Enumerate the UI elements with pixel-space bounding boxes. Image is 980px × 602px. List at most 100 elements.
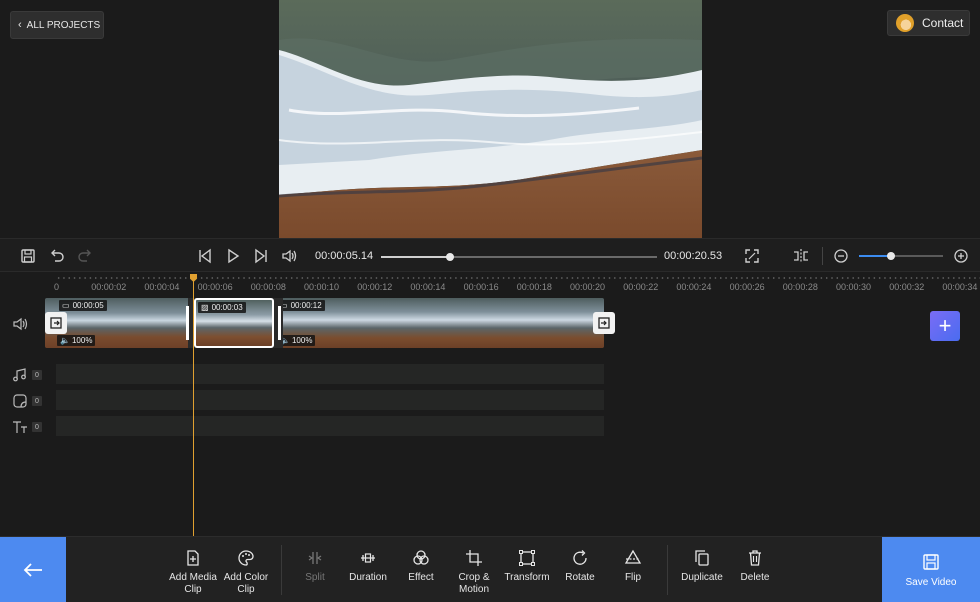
rotate-icon: [573, 550, 587, 565]
add-color-clip-button[interactable]: Add Color Clip: [218, 549, 274, 596]
seek-knob[interactable]: [446, 253, 454, 261]
add-media-clip-button[interactable]: Add Media Clip: [165, 549, 221, 596]
text-icon: [12, 419, 30, 435]
audio-track-lane[interactable]: [56, 364, 604, 384]
zoom-out-icon[interactable]: [832, 247, 850, 265]
all-projects-button[interactable]: ‹ ALL PROJECTS: [10, 11, 104, 39]
flip-button[interactable]: Flip: [605, 549, 661, 584]
clip-3[interactable]: ▭ 00:00:12 🔈 100%: [283, 298, 604, 348]
speaker-icon: 🔈: [283, 336, 290, 345]
sticker-track-lane[interactable]: [56, 390, 604, 410]
clip-2-duration: ▨ 00:00:03: [198, 302, 246, 313]
sticker-track-count: 0: [32, 396, 42, 406]
undo-icon[interactable]: [48, 247, 66, 265]
time-ruler[interactable]: 0 00:00:02 00:00:04 00:00:06 00:00:08 00:00:1…: [0, 272, 980, 296]
trim-start-handle[interactable]: [45, 312, 67, 334]
trim-start-icon: [50, 317, 62, 329]
trim-end-handle[interactable]: [593, 312, 615, 334]
flip-icon: [624, 549, 642, 564]
clip-2-selected[interactable]: ▨ 00:00:03: [194, 298, 274, 348]
redo-icon[interactable]: [76, 247, 94, 265]
ruler-tick-label: 0: [54, 282, 60, 292]
contact-label: Contact: [922, 16, 964, 30]
video-preview[interactable]: [279, 0, 702, 238]
back-button[interactable]: [0, 537, 66, 602]
fullscreen-icon[interactable]: [743, 247, 761, 265]
chevron-left-icon: ‹: [18, 19, 22, 31]
duplicate-button[interactable]: Duplicate: [674, 549, 730, 584]
seek-slider[interactable]: [381, 253, 657, 261]
seek-progress: [381, 256, 450, 258]
current-time: 00:00:05.14: [315, 250, 374, 262]
crop-motion-button[interactable]: Crop & Motion: [446, 549, 502, 596]
playback-bar: 00:00:05.14 00:00:20.53: [0, 238, 980, 272]
snap-icon[interactable]: [792, 247, 810, 265]
delete-button[interactable]: Delete: [727, 549, 783, 584]
arrow-left-icon: [23, 563, 42, 577]
ruler-tick-label: 00:00:22: [623, 282, 659, 292]
save-icon: [923, 553, 939, 570]
ruler-tick-label: 00:00:26: [729, 282, 765, 292]
zoom-slider[interactable]: [859, 252, 943, 260]
ruler-tick-label: 00:00:02: [91, 282, 127, 292]
trash-icon: [749, 550, 761, 566]
palette-icon: [238, 550, 254, 566]
duplicate-icon: [695, 550, 709, 566]
split-icon: [308, 552, 322, 564]
speaker-icon: 🔈: [60, 336, 70, 345]
ruler-tick-label: 00:00:18: [516, 282, 552, 292]
ruler-tick-label: 00:00:12: [357, 282, 393, 292]
duration-icon: [361, 553, 375, 563]
ruler-tick-label: 00:00:30: [836, 282, 872, 292]
ruler-tick-label: 00:00:06: [197, 282, 233, 292]
crop-icon: [466, 550, 482, 566]
toolbar-divider: [667, 545, 668, 595]
ruler-tick-label: 00:00:04: [144, 282, 180, 292]
text-track-lane[interactable]: [56, 416, 604, 436]
save-video-button[interactable]: Save Video: [882, 537, 980, 602]
clip-divider[interactable]: [278, 306, 281, 340]
effect-button[interactable]: Effect: [393, 549, 449, 584]
clip-3-volume: 🔈 100%: [283, 335, 316, 346]
clip-3-duration: ▭ 00:00:12: [283, 300, 325, 311]
divider: [822, 247, 823, 265]
ruler-tick-label: 00:00:10: [304, 282, 340, 292]
clip-1-duration: ▭ 00:00:05: [59, 300, 107, 311]
ruler-tick-label: 00:00:28: [782, 282, 818, 292]
transform-button[interactable]: Transform: [499, 549, 555, 584]
skip-end-icon[interactable]: [252, 247, 270, 265]
text-track-count: 0: [32, 422, 42, 432]
video-clip-icon: ▭: [283, 301, 288, 310]
volume-icon[interactable]: [280, 247, 298, 265]
all-projects-label: ALL PROJECTS: [26, 19, 101, 31]
play-icon[interactable]: [224, 247, 242, 265]
split-button[interactable]: Split: [287, 549, 343, 584]
music-icon: [12, 367, 30, 383]
contact-button[interactable]: Contact: [887, 10, 970, 36]
video-editor: ‹ ALL PROJECTS Contact 00:00:05.14 00:00…: [0, 0, 980, 602]
preview-area: ‹ ALL PROJECTS Contact: [0, 0, 980, 238]
track-volume-icon[interactable]: [12, 316, 30, 332]
video-clip-icon: ▭: [62, 301, 70, 310]
rotate-button[interactable]: Rotate: [552, 549, 608, 584]
audio-track-count: 0: [32, 370, 42, 380]
clip-1-volume: 🔈 100%: [57, 335, 96, 346]
beach-wave-image: [279, 0, 702, 238]
contact-avatar-icon: [896, 14, 914, 32]
video-track[interactable]: ▭ 00:00:05 🔈 100% ▨ 00:00:03 ▭ 00:00:12 …: [45, 298, 604, 348]
skip-start-icon[interactable]: [196, 247, 214, 265]
timeline: 0 00:00:02 00:00:04 00:00:06 00:00:08 00:00:1…: [0, 272, 980, 536]
add-clip-button[interactable]: +: [930, 311, 960, 341]
save-project-icon[interactable]: [19, 247, 37, 265]
ruler-tick-label: 00:00:14: [410, 282, 446, 292]
playhead[interactable]: [193, 274, 194, 536]
clip-divider[interactable]: [186, 306, 189, 340]
zoom-knob[interactable]: [886, 252, 895, 260]
total-time: 00:00:20.53: [664, 250, 723, 262]
ruler-tick-label: 00:00:16: [463, 282, 499, 292]
zoom-in-icon[interactable]: [952, 247, 970, 265]
transform-icon: [519, 550, 535, 566]
duration-button[interactable]: Duration: [340, 549, 396, 584]
ruler-tick-label: 00:00:20: [570, 282, 606, 292]
ruler-tick-label: 00:00:08: [250, 282, 286, 292]
